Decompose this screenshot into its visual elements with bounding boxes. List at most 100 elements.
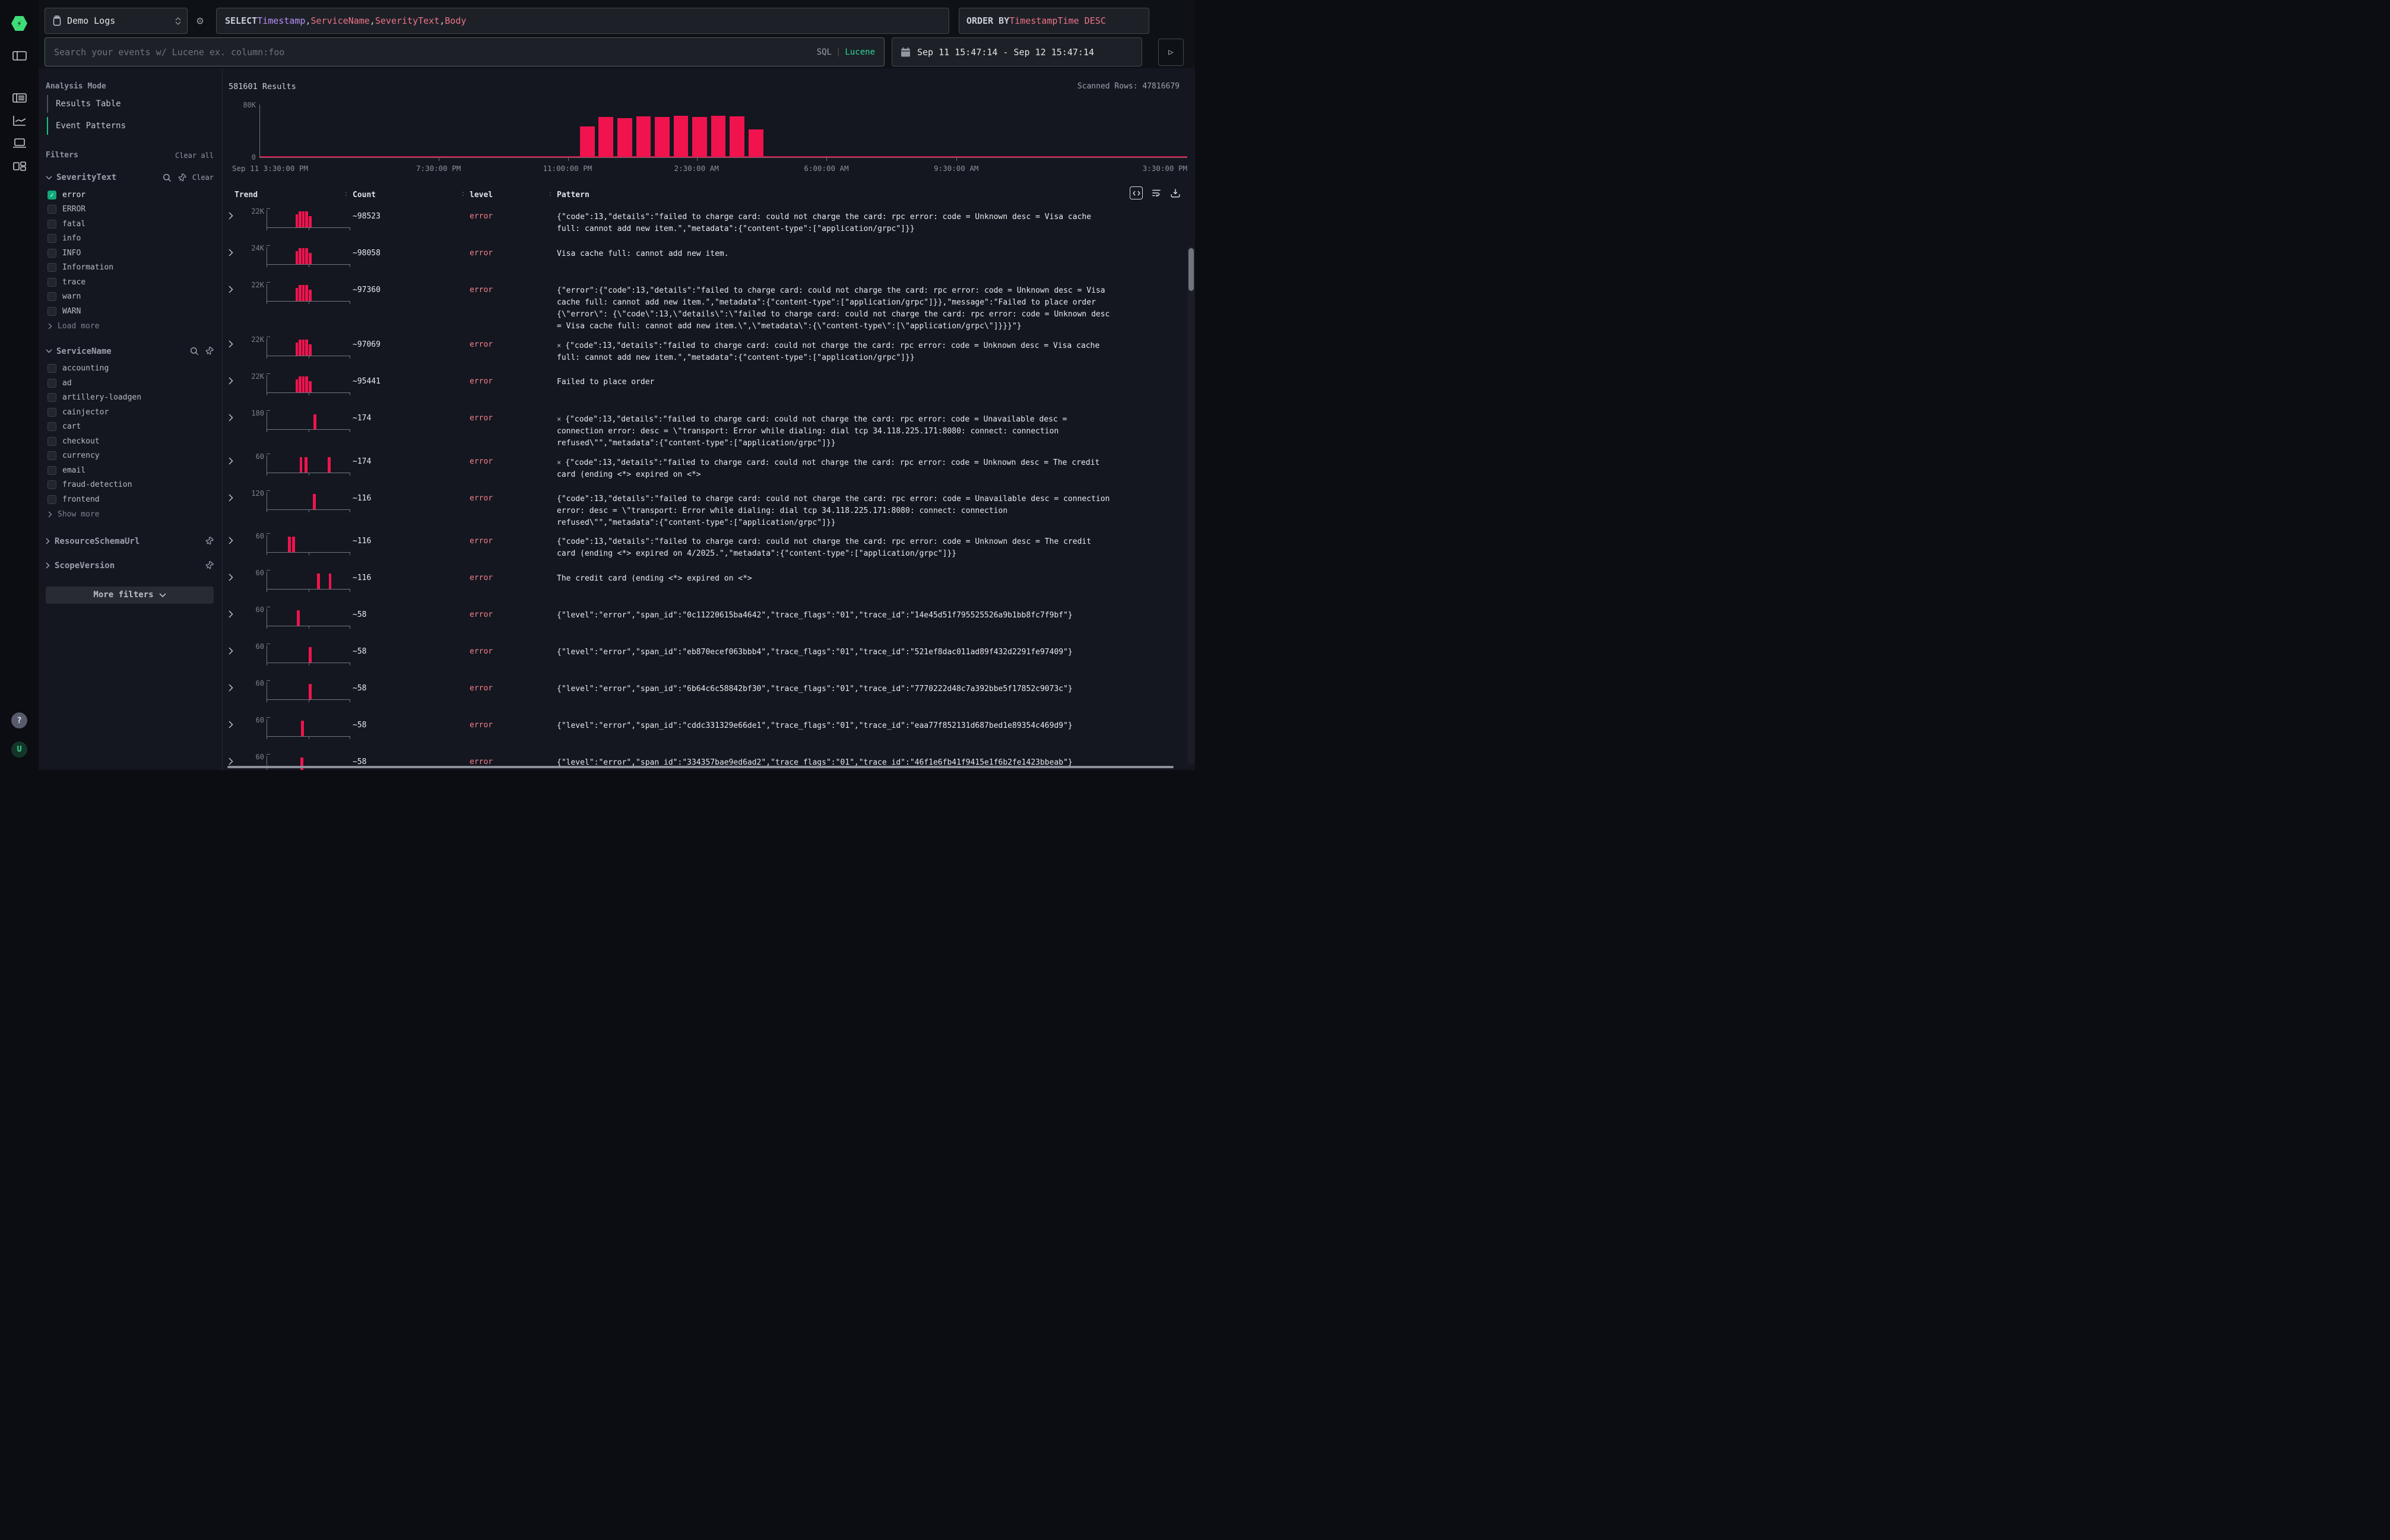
filter-option[interactable]: accounting — [46, 362, 214, 376]
filter-option[interactable]: warn — [46, 290, 214, 305]
pattern-text[interactable]: ×{"code":13,"details":"failed to charge … — [557, 332, 1186, 364]
histogram-bar[interactable] — [598, 117, 613, 157]
table-row[interactable]: 60~58error{"level":"error","span_id":"6b… — [229, 676, 1186, 713]
app-logo[interactable]: ⚡ — [0, 16, 39, 31]
filter-group-resourceschemaurl[interactable]: ResourceSchemaUrl — [46, 537, 214, 546]
filter-option[interactable]: email — [46, 463, 214, 478]
checkbox[interactable] — [47, 220, 56, 229]
nav-sessions[interactable] — [0, 137, 39, 149]
expand-row-button[interactable] — [229, 278, 243, 293]
filter-option[interactable]: Information — [46, 261, 214, 275]
scrollbar-thumb[interactable] — [1188, 248, 1194, 291]
drag-handle-icon[interactable] — [550, 192, 551, 193]
dismiss-icon[interactable]: × — [557, 341, 561, 350]
histogram-bar[interactable] — [655, 117, 670, 157]
checkbox[interactable] — [47, 292, 56, 301]
checkbox[interactable] — [47, 451, 56, 460]
checkbox[interactable] — [47, 437, 56, 446]
run-query-button[interactable]: ▷ — [1158, 39, 1184, 66]
table-row[interactable]: 22K~95441errorFailed to place order — [229, 369, 1186, 406]
clear-severity-filter-button[interactable]: Clear — [192, 173, 214, 182]
pattern-text[interactable]: {"level":"error","span_id":"6b64c6c58842… — [557, 676, 1186, 695]
table-row[interactable]: 22K~97360error{"error":{"code":13,"detai… — [229, 278, 1186, 332]
select-query-input[interactable]: SELECT Timestamp, ServiceName, SeverityT… — [216, 8, 949, 34]
expand-row-button[interactable] — [229, 713, 243, 728]
checkbox[interactable]: ✓ — [47, 191, 56, 199]
expand-row-button[interactable] — [229, 406, 243, 422]
checkbox[interactable] — [47, 205, 56, 214]
checkbox[interactable] — [47, 278, 56, 287]
vertical-scrollbar[interactable] — [1187, 246, 1195, 764]
pattern-text[interactable]: {"error":{"code":13,"details":"failed to… — [557, 278, 1186, 332]
histogram-bar[interactable] — [749, 129, 763, 157]
nav-chart-explorer[interactable] — [0, 115, 39, 126]
checkbox[interactable] — [47, 379, 56, 388]
filter-option[interactable]: fatal — [46, 217, 214, 232]
histogram-bar[interactable] — [636, 116, 651, 157]
expand-row-button[interactable] — [229, 603, 243, 618]
source-select[interactable]: Demo Logs — [45, 8, 188, 34]
dismiss-icon[interactable]: × — [557, 458, 561, 467]
pattern-text[interactable]: {"code":13,"details":"failed to charge c… — [557, 486, 1186, 529]
filter-group-servicename[interactable]: ServiceName — [46, 347, 214, 356]
horizontal-scrollbar[interactable] — [227, 766, 1183, 769]
nav-dashboards[interactable] — [0, 160, 39, 172]
column-header-level[interactable]: level — [470, 191, 557, 199]
service-show-more[interactable]: Show more — [46, 508, 214, 522]
table-row[interactable]: 60~116errorThe credit card (ending <*> e… — [229, 566, 1186, 603]
checkbox[interactable] — [47, 393, 56, 402]
table-row[interactable]: 60~116error{"code":13,"details":"failed … — [229, 529, 1186, 566]
pattern-text[interactable]: {"code":13,"details":"failed to charge c… — [557, 204, 1186, 235]
mode-lucene-toggle[interactable]: Lucene — [845, 47, 875, 57]
checkbox[interactable] — [47, 249, 56, 258]
expand-row-button[interactable] — [229, 241, 243, 256]
checkbox[interactable] — [47, 234, 56, 243]
checkbox[interactable] — [47, 480, 56, 489]
order-by-input[interactable]: ORDER BY TimestampTime DESC — [959, 8, 1149, 34]
severity-load-more[interactable]: Load more — [46, 319, 214, 334]
expand-row-button[interactable] — [229, 750, 243, 765]
filter-option[interactable]: fraud-detection — [46, 478, 214, 493]
table-row[interactable]: 60~174error×{"code":13,"details":"failed… — [229, 449, 1186, 486]
pattern-text[interactable]: ×{"code":13,"details":"failed to charge … — [557, 406, 1186, 449]
expand-row-button[interactable] — [229, 566, 243, 581]
nav-search-logs[interactable] — [0, 92, 39, 104]
user-avatar[interactable]: U — [0, 742, 39, 758]
filter-option[interactable]: artillery-loadgen — [46, 391, 214, 405]
sidebar-toggle-button[interactable] — [0, 50, 39, 62]
pattern-text[interactable]: {"level":"error","span_id":"0c11220615ba… — [557, 603, 1186, 622]
pin-icon[interactable] — [205, 347, 214, 356]
pattern-text[interactable]: ×{"code":13,"details":"failed to charge … — [557, 449, 1186, 481]
drag-handle-icon[interactable] — [345, 192, 347, 193]
histogram-bar[interactable] — [580, 126, 595, 157]
clear-all-filters-button[interactable]: Clear all — [175, 151, 214, 160]
filter-option[interactable]: currency — [46, 449, 214, 464]
pattern-text[interactable]: {"level":"error","span_id":"cddc331329e6… — [557, 713, 1186, 732]
expand-row-button[interactable] — [229, 332, 243, 348]
search-icon[interactable] — [163, 173, 172, 182]
expand-row-button[interactable] — [229, 529, 243, 544]
filter-option[interactable]: checkout — [46, 434, 214, 449]
source-settings-button[interactable]: ⚙ — [194, 14, 206, 27]
filter-option[interactable]: frontend — [46, 492, 214, 507]
dismiss-icon[interactable]: × — [557, 415, 561, 423]
expand-row-button[interactable] — [229, 369, 243, 385]
pattern-text[interactable]: Visa cache full: cannot add new item. — [557, 241, 1186, 260]
search-icon[interactable] — [190, 347, 199, 356]
checkbox[interactable] — [47, 466, 56, 475]
wrap-text-button[interactable] — [1150, 188, 1162, 198]
mode-sql-toggle[interactable]: SQL — [817, 47, 832, 57]
expand-row-button[interactable] — [229, 204, 243, 220]
checkbox[interactable] — [47, 307, 56, 316]
time-range-picker[interactable]: Sep 11 15:47:14 - Sep 12 15:47:14 — [892, 37, 1142, 66]
table-row[interactable]: 60~58error{"level":"error","span_id":"eb… — [229, 639, 1186, 676]
pattern-text[interactable]: {"code":13,"details":"failed to charge c… — [557, 529, 1186, 560]
histogram-bar[interactable] — [711, 116, 726, 157]
expand-row-button[interactable] — [229, 676, 243, 692]
filter-group-scopeversion[interactable]: ScopeVersion — [46, 561, 214, 571]
pin-icon[interactable] — [205, 561, 214, 570]
filter-group-severitytext[interactable]: SeverityText Clear — [46, 173, 214, 182]
checkbox[interactable] — [47, 364, 56, 373]
download-button[interactable] — [1170, 188, 1181, 198]
pin-icon[interactable] — [177, 173, 186, 182]
